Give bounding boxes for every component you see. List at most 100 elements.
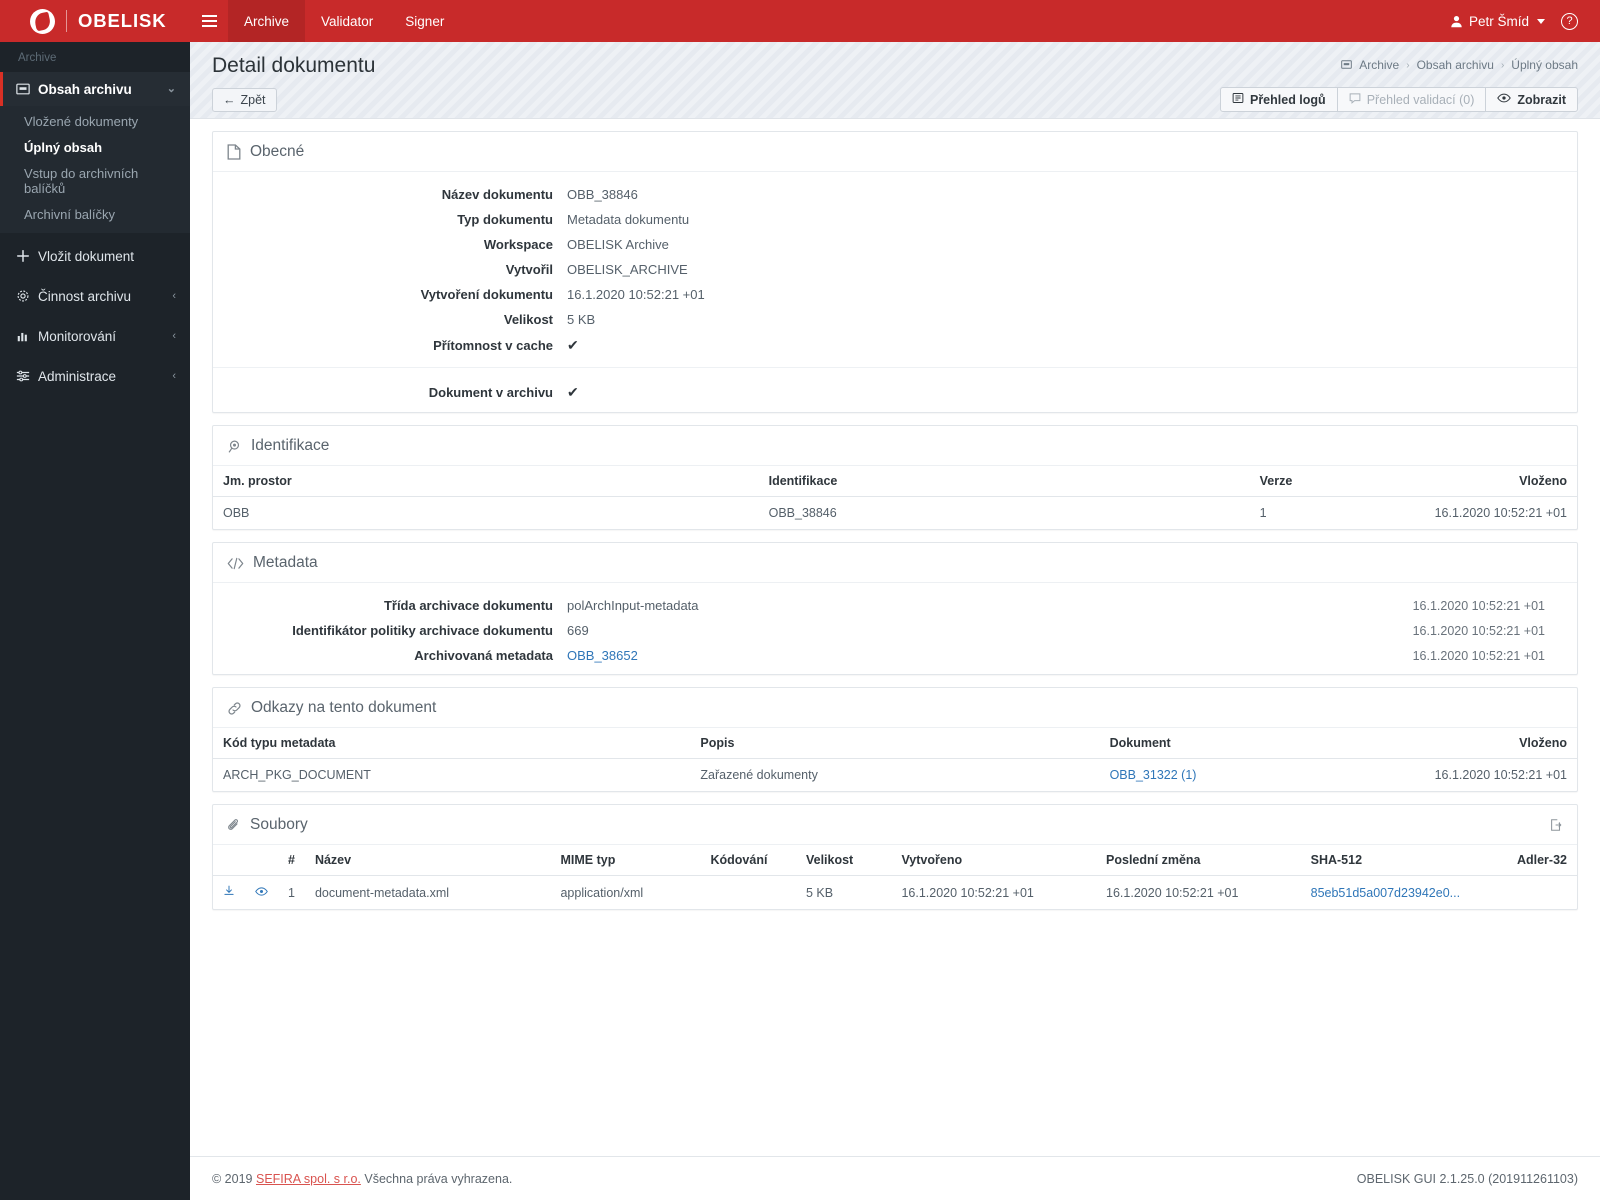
column-kod-typu-metadata: Kód typu metadata [213, 728, 691, 759]
field-nazev-dokumentu: Název dokumentu OBB_38846 [213, 182, 1577, 207]
sidebar-item-label: Vložit dokument [38, 248, 135, 264]
sha512-link[interactable]: 85eb51d5a007d23942e0... [1311, 886, 1460, 900]
sidebar-item-label: Obsah archivu [38, 81, 132, 97]
arrow-left-icon: ← [223, 93, 236, 107]
column-vlozeno: Vloženo [1399, 728, 1577, 759]
chevron-down-icon [1537, 18, 1545, 24]
footer-company-link[interactable]: SEFIRA spol. s r.o. [256, 1172, 361, 1186]
chevron-left-icon: ‹ [172, 289, 176, 302]
field-label: Vytvořil [505, 262, 553, 277]
panel-files-header: Soubory [213, 805, 1577, 845]
breadcrumb-item-obsah-archivu[interactable]: Obsah archivu [1417, 58, 1494, 72]
table-row: OBB OBB_38846 1 16.1.2020 10:52:21 +01 [213, 497, 1577, 530]
panel-title: Obecné [250, 143, 305, 160]
field-value: polArchInput-metadata [567, 598, 699, 613]
export-icon[interactable] [1549, 818, 1563, 832]
sliders-icon [16, 369, 38, 383]
user-name: Petr Šmíd [1468, 13, 1529, 29]
hamburger-icon[interactable] [190, 0, 228, 42]
user-menu[interactable]: Petr Šmíd [1450, 14, 1545, 29]
column-mime-typ: MIME typ [550, 845, 701, 876]
sidebar-item-administrace[interactable]: Administrace ‹ [0, 359, 190, 393]
archivovana-metadata-link[interactable]: OBB_38652 [567, 648, 638, 663]
sidebar-item-uplny-obsah[interactable]: Úplný obsah [0, 134, 190, 160]
fingerprint-icon [227, 439, 242, 454]
table-header-row: # Název MIME typ Kódování Velikost Vytvo… [213, 845, 1577, 876]
top-navigation: Archive Validator Signer [228, 0, 460, 42]
panel-metadata-header: Metadata [213, 543, 1577, 583]
column-adler32: Adler-32 [1505, 845, 1577, 876]
footer: © 2019 SEFIRA spol. s r.o. Všechna práva… [190, 1156, 1600, 1200]
cell-preview[interactable] [245, 876, 278, 910]
field-label: Vytvoření dokumentu [420, 287, 553, 302]
page-header: Detail dokumentu Archive › Obsah archivu… [190, 42, 1600, 119]
breadcrumb-item-uplny-obsah[interactable]: Úplný obsah [1511, 58, 1578, 72]
brand-logo[interactable]: OBELISK [0, 0, 190, 42]
back-button[interactable]: ← Zpět [212, 88, 277, 112]
cell-vlozeno: 16.1.2020 10:52:21 +01 [1434, 506, 1567, 520]
field-vytvoreni-dokumentu: Vytvoření dokumentu 16.1.2020 10:52:21 +… [213, 282, 1577, 307]
sidebar-item-vlozene-dokumenty[interactable]: Vložené dokumenty [0, 108, 190, 134]
table-header-row: Kód typu metadata Popis Dokument Vloženo [213, 728, 1577, 759]
field-value: OBELISK_ARCHIVE [567, 262, 688, 277]
help-icon[interactable]: ? [1561, 12, 1578, 30]
footer-rights: Všechna práva vyhrazena. [364, 1171, 513, 1186]
cell-vytvoreno: 16.1.2020 10:52:21 +01 [901, 885, 1034, 900]
sidebar-title: Archive [18, 52, 57, 64]
comment-icon [1349, 92, 1361, 107]
table-header-row: Jm. prostor Identifikace Verze Vloženo [213, 466, 1577, 497]
cell-verze: 1 [1259, 506, 1267, 520]
top-bar: OBELISK Archive Validator Signer Petr Šm… [0, 0, 1600, 42]
column-identifikace: Identifikace [758, 466, 1250, 497]
column-vytvoreno: Vytvořeno [891, 845, 1097, 876]
download-icon[interactable] [223, 885, 235, 897]
plus-icon [16, 249, 38, 263]
sidebar-item-cinnost-archivu[interactable]: Činnost archivu ‹ [0, 279, 190, 313]
eye-icon[interactable] [255, 886, 268, 897]
document-link[interactable]: OBB_31322 (1) [1110, 768, 1197, 782]
field-label: Identifikátor politiky archivace dokumen… [292, 623, 553, 638]
checkmark-icon: ✔ [567, 337, 579, 353]
field-label: Velikost [503, 312, 553, 327]
cell-sha512: 85eb51d5a007d23942e0... [1301, 876, 1506, 910]
cell-dokument: OBB_31322 (1) [1100, 759, 1400, 792]
field-archivovana-metadata: Archivovaná metadata OBB_38652 16.1.2020… [213, 643, 1577, 668]
column-nazev: Název [304, 845, 551, 876]
cell-velikost: 5 KB [805, 885, 834, 900]
paperclip-icon [227, 818, 241, 833]
cell-mime-typ: application/xml [560, 885, 644, 900]
breadcrumb-item-archive[interactable]: Archive [1359, 58, 1399, 72]
breadcrumb-archive-icon [1341, 58, 1352, 72]
prehled-logu-button[interactable]: Přehled logů [1219, 87, 1338, 112]
field-label: Archivovaná metadata [414, 648, 553, 663]
chart-bar-icon [16, 329, 38, 343]
sidebar-item-obsah-archivu[interactable]: Obsah archivu ⌄ [0, 72, 190, 106]
tab-archive[interactable]: Archive [228, 0, 306, 42]
cell-download[interactable] [213, 876, 245, 910]
zobrazit-button[interactable]: Zobrazit [1485, 87, 1578, 112]
tab-signer[interactable]: Signer [389, 0, 460, 42]
field-label: Typ dokumentu [457, 212, 553, 227]
panel-general: Obecné Název dokumentu OBB_38846 Typ dok… [212, 131, 1578, 413]
sidebar-item-label: Činnost archivu [38, 288, 132, 304]
panel-links: Odkazy na tento dokument Kód typu metada… [212, 687, 1578, 792]
sidebar-item-vlozit-dokument[interactable]: Vložit dokument [0, 239, 190, 273]
field-value-wrap: OBB_38652 [567, 648, 1413, 663]
field-label: Dokument v archivu [428, 385, 553, 400]
brand-text: OBELISK [78, 10, 167, 31]
field-timestamp: 16.1.2020 10:52:21 +01 [1412, 624, 1545, 638]
panel-general-header: Obecné [213, 132, 1577, 172]
prehled-validaci-button: Přehled validací (0) [1336, 87, 1487, 112]
chevron-down-icon: ⌄ [166, 82, 176, 95]
back-button-label: Zpět [240, 93, 266, 107]
field-timestamp: 16.1.2020 10:52:21 +01 [1412, 649, 1545, 663]
tab-validator[interactable]: Validator [305, 0, 389, 42]
field-velikost: Velikost 5 KB [213, 307, 1577, 332]
sidebar-item-monitorovani[interactable]: Monitorování ‹ [0, 319, 190, 353]
field-label: Název dokumentu [441, 187, 553, 202]
breadcrumb-separator: › [1500, 59, 1505, 71]
column-sha512: SHA-512 [1300, 845, 1506, 876]
sidebar-item-vstup-do-archivnich-balicku[interactable]: Vstup do archivních balíčků [0, 160, 190, 201]
sidebar-item-archivni-balicky[interactable]: Archivní balíčky [0, 201, 190, 227]
sidebar-submenu: Vložené dokumenty Úplný obsah Vstup do a… [0, 106, 190, 233]
